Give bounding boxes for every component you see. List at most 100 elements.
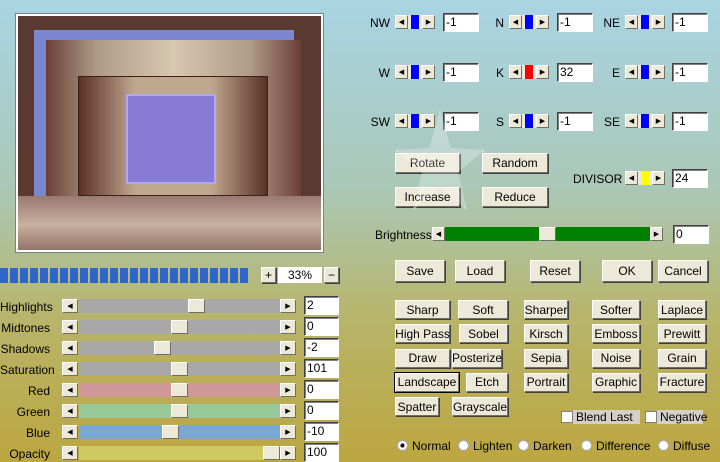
green-thumb[interactable] [171, 404, 188, 418]
preset-emboss-button[interactable]: Emboss [592, 324, 640, 344]
checkbox-blend-last[interactable] [561, 411, 573, 423]
arrow-right-button[interactable]: ▶ [280, 320, 296, 334]
preset-grain-button[interactable]: Grain [658, 348, 706, 368]
arrow-left-button[interactable]: ◀ [62, 383, 78, 397]
opacity-input[interactable]: 100 [304, 443, 339, 462]
kernel-ne-slider-thumb[interactable] [641, 15, 649, 29]
arrow-right-button[interactable]: ▶ [280, 341, 296, 355]
arrow-right-button[interactable]: ▶ [280, 404, 296, 418]
blue-input[interactable]: -10 [304, 422, 339, 441]
arrow-right-button[interactable]: ▶ [650, 227, 663, 241]
arrow-right-button[interactable]: ▶ [652, 65, 665, 79]
arrow-left-button[interactable]: ◀ [62, 362, 78, 376]
arrow-right-button[interactable]: ▶ [536, 65, 549, 79]
kernel-w-input[interactable]: -1 [443, 63, 479, 82]
arrow-left-button[interactable]: ◀ [62, 299, 78, 313]
arrow-right-button[interactable]: ▶ [536, 114, 549, 128]
opacity-thumb[interactable] [263, 446, 280, 460]
kernel-s-input[interactable]: -1 [557, 112, 593, 131]
preset-grayscale-button[interactable]: Grayscale [452, 397, 508, 417]
opacity-track[interactable] [79, 446, 280, 460]
brightness-thumb[interactable] [539, 227, 556, 241]
arrow-left-button[interactable]: ◀ [625, 171, 638, 185]
divisor-input[interactable]: 24 [672, 169, 708, 188]
ok-button[interactable]: OK [602, 260, 652, 282]
arrow-right-button[interactable]: ▶ [422, 15, 435, 29]
highlights-track[interactable] [79, 299, 280, 313]
preset-softer-button[interactable]: Softer [592, 300, 640, 319]
arrow-right-button[interactable]: ▶ [652, 171, 665, 185]
preset-prewitt-button[interactable]: Prewitt [658, 324, 706, 344]
kernel-sw-slider-thumb[interactable] [411, 114, 419, 128]
shadows-thumb[interactable] [154, 341, 172, 355]
preset-fracture-button[interactable]: Fracture [658, 372, 706, 392]
checkbox-negative[interactable] [645, 411, 657, 423]
preset-high-pass-button[interactable]: High Pass [395, 324, 450, 344]
radio-difference[interactable] [581, 440, 592, 451]
arrow-right-button[interactable]: ▶ [652, 15, 665, 29]
highlights-thumb[interactable] [187, 299, 205, 313]
random-button[interactable]: Random [482, 153, 548, 173]
arrow-right-button[interactable]: ▶ [280, 446, 296, 460]
kernel-k-slider-thumb[interactable] [525, 65, 533, 79]
reduce-button[interactable]: Reduce [482, 187, 548, 207]
arrow-left-button[interactable]: ◀ [62, 341, 78, 355]
preset-sharper-button[interactable]: Sharper [524, 300, 568, 319]
kernel-k-input[interactable]: 32 [557, 63, 593, 82]
shadows-track[interactable] [79, 341, 280, 355]
preset-laplace-button[interactable]: Laplace [658, 300, 706, 319]
blue-track[interactable] [79, 425, 280, 439]
preset-spatter-button[interactable]: Spatter [395, 397, 439, 417]
green-input[interactable]: 0 [304, 401, 339, 420]
preset-etch-button[interactable]: Etch [466, 372, 508, 392]
kernel-se-slider-thumb[interactable] [641, 114, 649, 128]
saturation-thumb[interactable] [171, 362, 188, 376]
preset-draw-button[interactable]: Draw [395, 348, 450, 368]
red-thumb[interactable] [171, 383, 188, 397]
arrow-right-button[interactable]: ▶ [536, 15, 549, 29]
arrow-left-button[interactable]: ◀ [62, 404, 78, 418]
arrow-left-button[interactable]: ◀ [395, 15, 408, 29]
highlights-input[interactable]: 2 [304, 296, 339, 315]
kernel-w-slider-thumb[interactable] [411, 65, 419, 79]
kernel-e-slider-thumb[interactable] [641, 65, 649, 79]
kernel-ne-input[interactable]: -1 [672, 13, 708, 32]
arrow-right-button[interactable]: ▶ [280, 362, 296, 376]
divisor-slider-thumb[interactable] [641, 171, 649, 185]
kernel-se-input[interactable]: -1 [672, 112, 708, 131]
preset-soft-button[interactable]: Soft [458, 300, 508, 319]
kernel-n-slider-thumb[interactable] [525, 15, 533, 29]
radio-lighten[interactable] [458, 440, 469, 451]
kernel-sw-input[interactable]: -1 [443, 112, 479, 131]
arrow-right-button[interactable]: ▶ [652, 114, 665, 128]
blue-thumb[interactable] [161, 425, 179, 439]
preset-sharp-button[interactable]: Sharp [395, 300, 450, 319]
preset-graphic-button[interactable]: Graphic [592, 372, 640, 392]
midtones-input[interactable]: 0 [304, 317, 339, 336]
preset-noise-button[interactable]: Noise [592, 348, 640, 368]
arrow-right-button[interactable]: ▶ [422, 65, 435, 79]
arrow-left-button[interactable]: ◀ [509, 15, 522, 29]
preset-sepia-button[interactable]: Sepia [524, 348, 568, 368]
kernel-n-input[interactable]: -1 [557, 13, 593, 32]
kernel-s-slider-thumb[interactable] [525, 114, 533, 128]
radio-diffuse[interactable] [658, 440, 669, 451]
arrow-left-button[interactable]: ◀ [432, 227, 445, 241]
preset-kirsch-button[interactable]: Kirsch [524, 324, 568, 344]
kernel-nw-input[interactable]: -1 [443, 13, 479, 32]
arrow-left-button[interactable]: ◀ [625, 15, 638, 29]
arrow-left-button[interactable]: ◀ [395, 114, 408, 128]
arrow-right-button[interactable]: ▶ [280, 425, 296, 439]
save-button[interactable]: Save [395, 260, 445, 282]
load-button[interactable]: Load [455, 260, 505, 282]
zoom-in-button[interactable]: + [261, 267, 276, 283]
radio-darken[interactable] [518, 440, 529, 451]
shadows-input[interactable]: -2 [304, 338, 339, 357]
radio-normal[interactable] [397, 440, 408, 451]
red-input[interactable]: 0 [304, 380, 339, 399]
arrow-left-button[interactable]: ◀ [625, 65, 638, 79]
saturation-input[interactable]: 101 [304, 359, 339, 378]
arrow-right-button[interactable]: ▶ [422, 114, 435, 128]
reset-button[interactable]: Reset [530, 260, 580, 282]
arrow-left-button[interactable]: ◀ [395, 65, 408, 79]
